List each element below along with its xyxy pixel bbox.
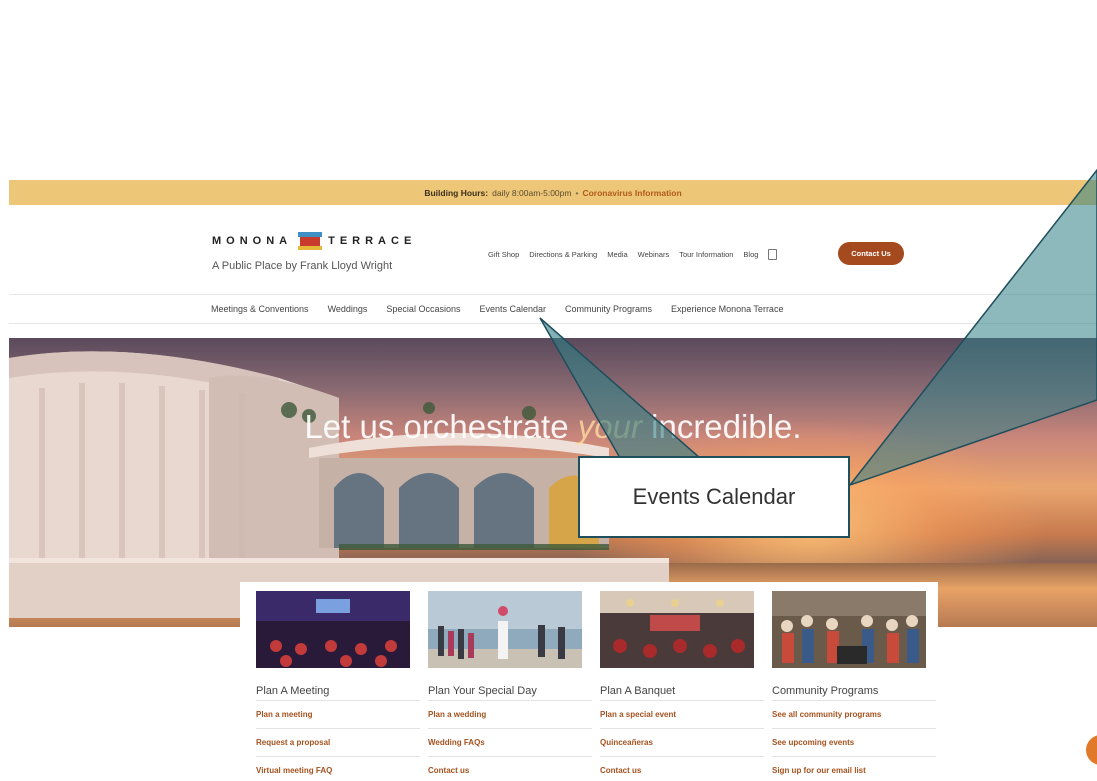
site-logo[interactable]: MONONA TERRACE A Public Place by Frank L… — [212, 232, 416, 272]
link-plan-special-event[interactable]: Plan a special event — [600, 700, 764, 728]
nav-events-calendar[interactable]: Events Calendar — [479, 304, 546, 314]
logo-mark-icon — [298, 232, 323, 250]
nav-meetings-conventions[interactable]: Meetings & Conventions — [211, 304, 309, 314]
main-nav: Meetings & Conventions Weddings Special … — [9, 294, 1097, 324]
nav-special-occasions[interactable]: Special Occasions — [386, 304, 460, 314]
link-upcoming-events[interactable]: See upcoming events — [772, 728, 936, 756]
logo-text-left: MONONA — [212, 235, 293, 247]
utility-link-tour-info[interactable]: Tour Information — [679, 250, 733, 259]
logo-tagline: A Public Place by Frank Lloyd Wright — [212, 260, 393, 272]
coronavirus-info-link[interactable]: Coronavirus Information — [582, 188, 681, 198]
building-hours-bar: Building Hours: daily 8:00am-5:00pm • Co… — [9, 180, 1097, 205]
banquet-hall-image[interactable] — [600, 591, 754, 668]
hours-label: Building Hours: — [424, 187, 489, 198]
phone-icon[interactable] — [768, 249, 778, 260]
card-title: Plan A Banquet — [600, 685, 676, 697]
utility-nav: Gift Shop Directions & Parking Media Web… — [488, 249, 778, 260]
card-title: Community Programs — [772, 685, 879, 697]
hours-value: daily 8:00am-5:00pm — [492, 187, 572, 198]
meeting-ballroom-image[interactable] — [256, 591, 410, 668]
utility-link-directions[interactable]: Directions & Parking — [529, 250, 597, 259]
link-email-signup[interactable]: Sign up for our email list — [772, 756, 936, 781]
link-plan-a-meeting[interactable]: Plan a meeting — [256, 700, 420, 728]
hero-headline-part-2: incredible. — [641, 408, 802, 445]
events-calendar-callout: Events Calendar — [578, 456, 850, 538]
contact-us-button[interactable]: Contact Us — [838, 242, 904, 265]
utility-link-gift-shop[interactable]: Gift Shop — [488, 250, 519, 259]
utility-link-webinars[interactable]: Webinars — [638, 250, 670, 259]
card-special-day: Plan Your Special Day Plan a wedding Wed… — [412, 591, 592, 781]
utility-link-blog[interactable]: Blog — [743, 250, 758, 259]
hero-headline-emphasis: your — [577, 408, 642, 445]
link-plan-a-wedding[interactable]: Plan a wedding — [428, 700, 592, 728]
hero-headline: Let us orchestrate your incredible. — [9, 408, 1097, 446]
link-contact-us-weddings[interactable]: Contact us — [428, 756, 592, 781]
card-title: Plan Your Special Day — [428, 685, 537, 697]
link-quinceaneras[interactable]: Quinceañeras — [600, 728, 764, 756]
logo-text-right: TERRACE — [328, 235, 417, 247]
chat-widget-icon[interactable] — [1086, 735, 1097, 765]
card-plan-meeting: Plan A Meeting Plan a meeting Request a … — [240, 591, 420, 781]
link-all-community-programs[interactable]: See all community programs — [772, 700, 936, 728]
link-virtual-meeting-faq[interactable]: Virtual meeting FAQ — [256, 756, 420, 781]
card-title: Plan A Meeting — [256, 685, 330, 697]
card-plan-banquet: Plan A Banquet Plan a special event Quin… — [584, 591, 764, 781]
nav-weddings[interactable]: Weddings — [328, 304, 368, 314]
feature-cards: Plan A Meeting Plan a meeting Request a … — [240, 582, 938, 781]
hero-headline-part-1: Let us orchestrate — [304, 408, 578, 445]
link-request-proposal[interactable]: Request a proposal — [256, 728, 420, 756]
page: Building Hours: daily 8:00am-5:00pm • Co… — [0, 0, 1097, 781]
utility-link-media[interactable]: Media — [607, 250, 627, 259]
card-community-programs: Community Programs See all community pro… — [756, 591, 936, 781]
community-event-image[interactable] — [772, 591, 926, 668]
wedding-image[interactable] — [428, 591, 582, 668]
nav-experience-monona-terrace[interactable]: Experience Monona Terrace — [671, 304, 783, 314]
hours-separator: • — [575, 187, 579, 198]
link-wedding-faqs[interactable]: Wedding FAQs — [428, 728, 592, 756]
nav-community-programs[interactable]: Community Programs — [565, 304, 652, 314]
link-contact-us-banquet[interactable]: Contact us — [600, 756, 764, 781]
